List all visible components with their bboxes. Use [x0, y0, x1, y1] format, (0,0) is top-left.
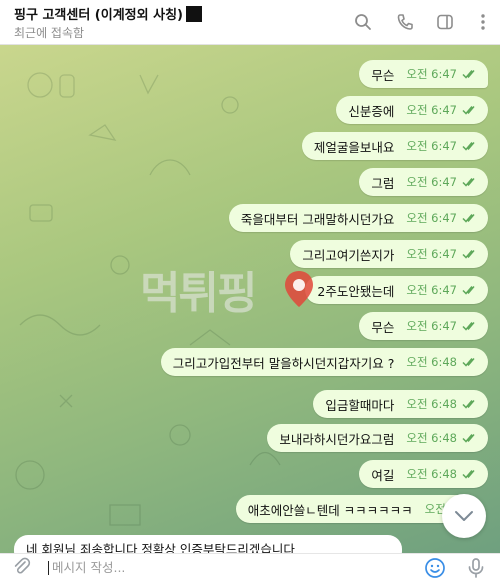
message-text: 그리고가입전부터 말을하시던지갑자기요 ? [172, 355, 395, 371]
title-row[interactable]: 핑구 고객센터 (이계정외 사칭) [14, 4, 202, 23]
message-text: 그리고여기쓴지가 [302, 247, 395, 263]
read-checkmarks-icon [462, 250, 475, 259]
message-time: 오전 6:47 [406, 283, 457, 297]
message-bubble[interactable]: 보내라하시던가요그럼 오전 6:48 [267, 424, 488, 452]
message-bubble[interactable]: 무슨 오전 6:47 [359, 312, 488, 340]
message-list[interactable]: 무슨 오전 6:47 신분증에 오전 6:47 제얼굴을보내요 오전 6:47 … [0, 45, 500, 553]
last-seen-status: 최근에 접속함 [14, 26, 85, 40]
message-time: 오전 6:47 [406, 67, 457, 81]
message-meta: 오전 6:47 [406, 246, 478, 262]
message-text: 애초에안쓸ㄴ텐데 ㅋㅋㅋㅋㅋㅋ [247, 502, 413, 518]
message-meta: 오전 6:48 [406, 430, 478, 446]
message-bubble[interactable]: 제얼굴을보내요 오전 6:47 [301, 132, 488, 160]
message-bubble[interactable]: 그럼 오전 6:47 [359, 168, 488, 196]
watermark-logo: 먹튀핑 [140, 257, 257, 321]
message-bubble[interactable]: 신분증에 오전 6:47 [336, 96, 488, 124]
read-checkmarks-icon [462, 470, 475, 479]
message-meta: 오전 6:47 [406, 102, 478, 118]
chevron-down-icon [455, 511, 473, 521]
message-text: 신분증에 [348, 103, 395, 119]
message-time: 오전 6:47 [406, 139, 457, 153]
message-bubble[interactable]: 입금할때마다 오전 6:48 [313, 390, 488, 418]
phone-icon[interactable] [394, 11, 416, 33]
sidebar-toggle-icon[interactable] [434, 11, 456, 33]
message-text: 여길 [371, 467, 395, 483]
message-meta: 오전 6:47 [406, 138, 478, 154]
read-checkmarks-icon [462, 142, 475, 151]
search-icon[interactable] [352, 11, 374, 33]
text-cursor [48, 561, 49, 575]
watermark-text: 먹튀핑 [140, 268, 257, 319]
incoming-message-text: 네 회원님 죄송합니다 정확상 인증부탁드리겠습니다 [26, 542, 295, 553]
chat-header: 핑구 고객센터 (이계정외 사칭) 최근에 접속함 [0, 0, 500, 45]
read-checkmarks-icon [462, 106, 475, 115]
message-text: 죽을대부터 그래말하시던가요 [240, 211, 395, 227]
message-meta: 오전 6:48 [406, 396, 478, 412]
message-text: 그럼 [371, 175, 395, 191]
read-checkmarks-icon [462, 214, 475, 223]
message-text: 제얼굴을보내요 [313, 139, 395, 155]
read-checkmarks-icon [462, 286, 475, 295]
chat-title[interactable]: 핑구 고객센터 (이계정외 사칭) [14, 4, 183, 23]
paperclip-icon[interactable] [12, 557, 32, 577]
read-checkmarks-icon [462, 434, 475, 443]
message-composer [0, 553, 500, 578]
message-meta: 오전 6:47 [406, 210, 478, 226]
message-time: 오전 6:48 [406, 467, 457, 481]
read-checkmarks-icon [462, 322, 475, 331]
message-meta: 오전 6:47 [406, 66, 478, 82]
message-input[interactable] [52, 557, 412, 577]
message-bubble[interactable]: 2주도안됐는데 오전 6:47 [305, 276, 488, 304]
message-bubble[interactable]: 죽을대부터 그래말하시던가요 오전 6:47 [228, 204, 488, 232]
message-bubble[interactable]: 그리고가입전부터 말을하시던지갑자기요 ? 오전 6:48 [160, 348, 488, 376]
message-time: 오전 6:47 [406, 211, 457, 225]
message-time: 오전 6:47 [406, 247, 457, 261]
message-meta: 오전 6:47 [406, 174, 478, 190]
incoming-message-partial[interactable]: 네 회원님 죄송합니다 정확상 인증부탁드리겠습니다 [14, 535, 402, 553]
message-time: 오전 6:47 [406, 319, 457, 333]
message-text: 보내라하시던가요그럼 [279, 431, 395, 447]
read-checkmarks-icon [462, 178, 475, 187]
message-meta: 오전 6:48 [406, 466, 478, 482]
read-checkmarks-icon [462, 358, 475, 367]
redaction-block [185, 5, 202, 22]
message-text: 무슨 [371, 319, 395, 335]
message-meta: 오전 6:47 [406, 282, 478, 298]
message-time: 오전 6:48 [406, 397, 457, 411]
read-checkmarks-icon [462, 70, 475, 79]
message-bubble[interactable]: 여길 오전 6:48 [359, 460, 488, 488]
emoji-icon[interactable] [424, 557, 446, 578]
message-bubble[interactable]: 무슨 오전 6:47 [359, 60, 488, 88]
message-time: 오전 6:48 [406, 355, 457, 369]
more-vert-icon[interactable] [472, 11, 494, 33]
message-time: 오전 6:48 [406, 431, 457, 445]
message-bubble[interactable]: 그리고여기쓴지가 오전 6:47 [290, 240, 488, 268]
message-text: 2주도안됐는데 [317, 283, 395, 299]
message-text: 무슨 [371, 67, 395, 83]
message-time: 오전 6:47 [406, 103, 457, 117]
scroll-to-bottom-button[interactable] [442, 494, 486, 538]
message-time: 오전 6:47 [406, 175, 457, 189]
message-meta: 오전 6:47 [406, 318, 478, 334]
location-pin-icon [285, 271, 313, 307]
message-text: 입금할때마다 [325, 397, 395, 413]
read-checkmarks-icon [462, 400, 475, 409]
message-meta: 오전 6:48 [406, 354, 478, 370]
microphone-icon[interactable] [465, 557, 487, 578]
